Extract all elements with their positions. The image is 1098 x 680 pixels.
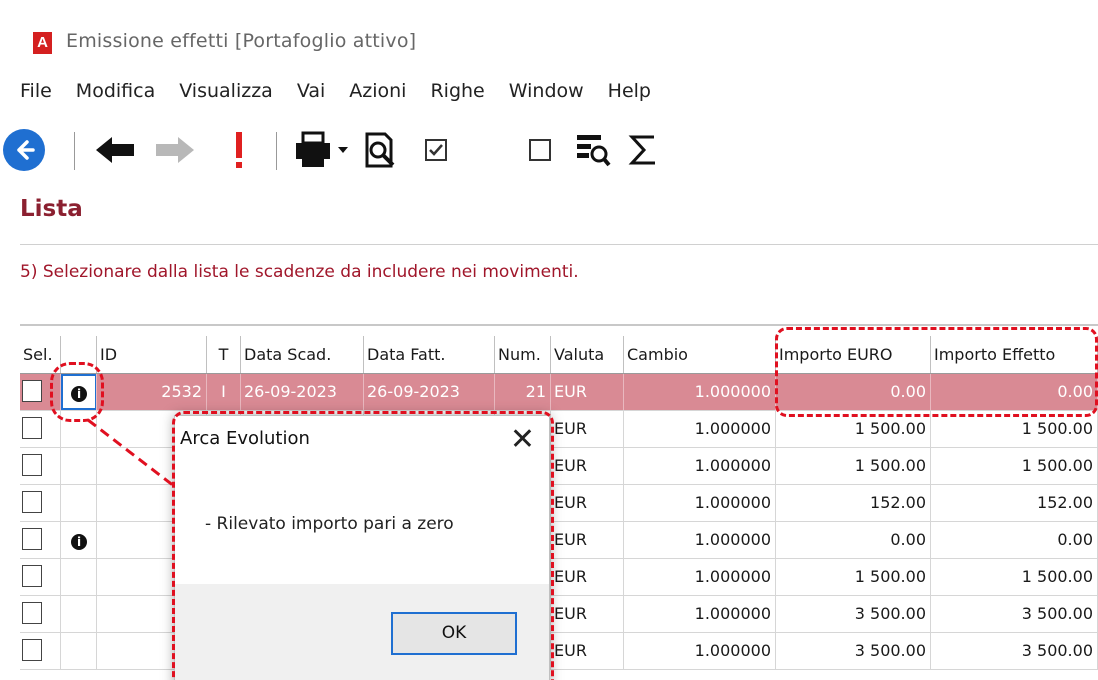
annotation-connector — [87, 418, 175, 488]
app-window: A Emissione effetti [Portafoglio attivo]… — [0, 0, 1098, 680]
